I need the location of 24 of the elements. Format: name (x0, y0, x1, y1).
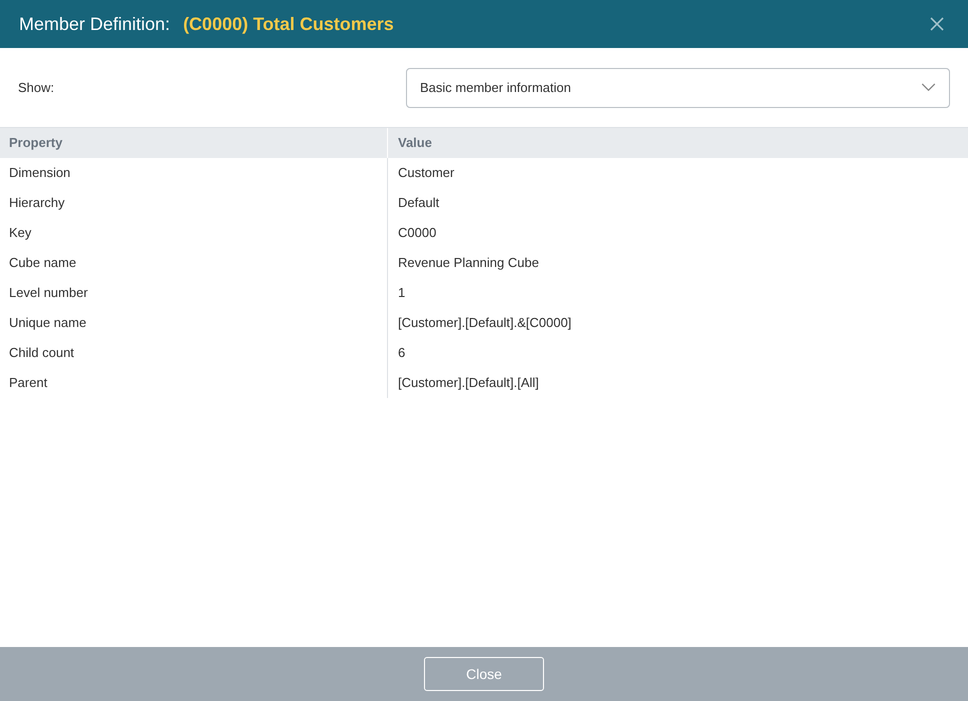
column-header: Value (397, 134, 433, 152)
table-cell-text: Default (397, 194, 440, 212)
show-dropdown[interactable]: Basic member information (406, 68, 950, 108)
table-cell-text: Customer (397, 164, 456, 182)
dialog-title: Member Definition: (19, 12, 170, 36)
member-name: (C0000) Total Customers (183, 12, 394, 36)
table-cell-text: C0000 (397, 224, 438, 242)
table-cell-text: [Customer].[Default].&[C0000] (397, 314, 572, 332)
table-cell: Level number (0, 278, 388, 308)
table-cell: Child count (0, 338, 388, 368)
column-header: Property (0, 128, 388, 158)
table-cell: Unique name (0, 308, 388, 338)
table-cell-text: 6 (397, 344, 406, 362)
table-cell: Cube name (0, 248, 388, 278)
table-cell-text: [Customer].[Default].[All] (397, 374, 540, 392)
table-cell: Dimension (0, 158, 388, 188)
table-cell: Hierarchy (0, 188, 388, 218)
table-cell: Parent (0, 368, 388, 398)
table-cell: Key (0, 218, 388, 248)
table-cell-text: 1 (397, 284, 406, 302)
close-icon[interactable] (929, 16, 945, 32)
chevron-down-icon (921, 83, 936, 92)
show-label: Show: (18, 78, 56, 97)
table-cell-text: Revenue Planning Cube (397, 254, 540, 272)
